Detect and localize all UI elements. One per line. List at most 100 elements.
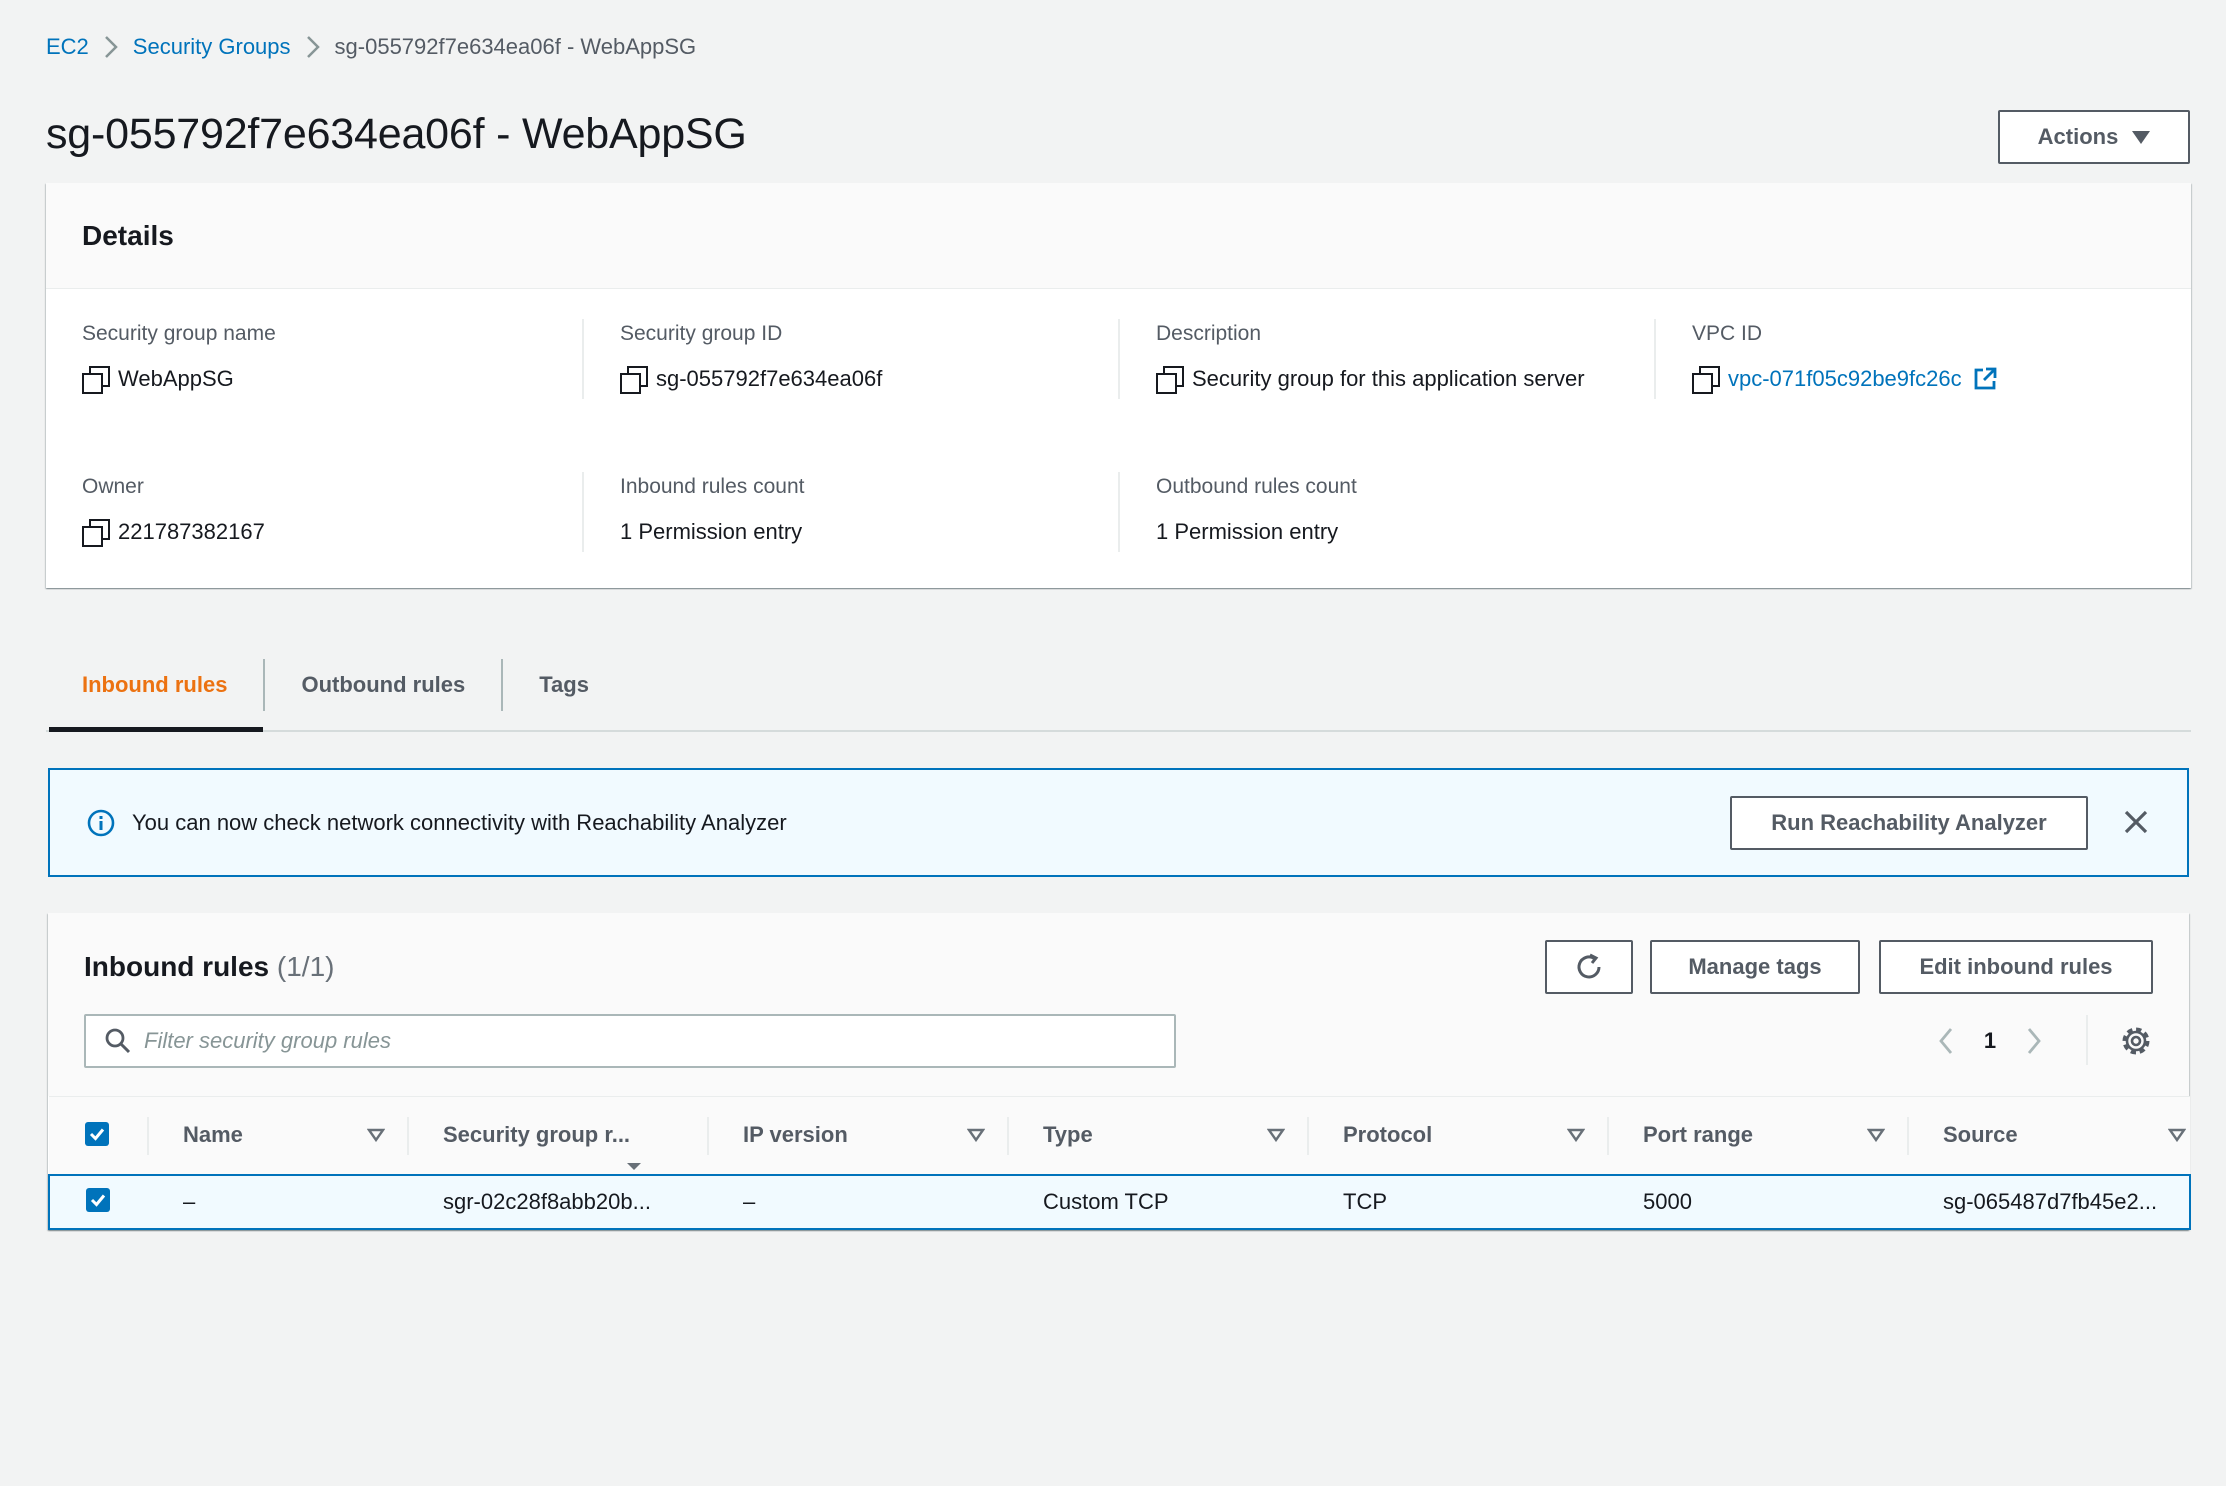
edit-inbound-rules-button[interactable]: Edit inbound rules <box>1879 940 2153 994</box>
rules-table: Name Security group r... IP version Type <box>48 1096 2191 1230</box>
sort-caret-icon <box>1567 1129 1585 1143</box>
manage-tags-button[interactable]: Manage tags <box>1650 940 1860 994</box>
actions-dropdown-button[interactable]: Actions <box>1998 110 2190 164</box>
search-field[interactable] <box>84 1014 1176 1068</box>
breadcrumb-security-groups-link[interactable]: Security Groups <box>133 34 291 60</box>
column-header-source[interactable]: Source <box>1907 1097 2190 1175</box>
info-flashbar: You can now check network connectivity w… <box>48 768 2189 877</box>
detail-label: VPC ID <box>1692 322 1763 345</box>
row-checkbox[interactable] <box>86 1188 110 1212</box>
detail-label: Outbound rules count <box>1156 475 1357 498</box>
pager-divider <box>2086 1015 2088 1065</box>
column-label: Name <box>183 1122 243 1148</box>
detail-inbound-count: Inbound rules count 1 Permission entry <box>582 472 804 552</box>
copy-icon[interactable] <box>1156 366 1184 394</box>
breadcrumb-current: sg-055792f7e634ea06f - WebAppSG <box>334 34 697 59</box>
detail-label: Security group ID <box>620 322 783 345</box>
column-header-rule-id[interactable]: Security group r... <box>407 1097 707 1175</box>
chevron-left-icon <box>1939 1028 1953 1054</box>
table-title: Inbound rules (1/1) <box>84 951 334 983</box>
copy-icon[interactable] <box>82 366 110 394</box>
external-link-icon[interactable] <box>1972 366 1998 392</box>
detail-value: 221787382167 <box>118 519 265 544</box>
details-heading: Details <box>82 219 174 251</box>
column-header-type[interactable]: Type <box>1007 1097 1307 1175</box>
gear-icon[interactable] <box>2118 1023 2154 1059</box>
row-select-cell <box>49 1175 147 1229</box>
copy-icon[interactable] <box>1692 366 1720 394</box>
table-header-row: Name Security group r... IP version Type <box>49 1096 2190 1175</box>
cell-name: – <box>183 1188 196 1214</box>
breadcrumb-ec2-link[interactable]: EC2 <box>46 34 89 60</box>
detail-vpc-id: VPC ID vpc-071f05c92be9fc26c <box>1654 319 1998 399</box>
cell-type: Custom TCP <box>1043 1188 1169 1214</box>
column-label: Type <box>1043 1122 1093 1148</box>
detail-label: Security group name <box>82 322 276 345</box>
cell-source: sg-065487d7fb45e2... <box>1943 1188 2158 1214</box>
refresh-icon <box>1577 953 1601 979</box>
refresh-button[interactable] <box>1545 940 1633 994</box>
search-icon <box>105 1028 131 1054</box>
sort-caret-icon <box>1267 1129 1285 1143</box>
breadcrumb: EC2 Security Groups sg-055792f7e634ea06f… <box>46 30 696 64</box>
tab-tags[interactable]: Tags <box>503 640 625 730</box>
detail-value: sg-055792f7e634ea06f <box>656 366 883 391</box>
chevron-right-icon <box>291 30 335 64</box>
detail-sg-id: Security group ID sg-055792f7e634ea06f <box>582 319 882 399</box>
checkmark-icon <box>89 1128 105 1141</box>
sort-caret-icon <box>2168 1129 2186 1143</box>
caret-down-icon <box>2132 130 2151 144</box>
flash-message: You can now check network connectivity w… <box>132 809 787 835</box>
chevron-right-icon <box>89 30 133 64</box>
details-panel: Details Security group name WebAppSG Sec… <box>46 183 2191 588</box>
search-input[interactable] <box>144 1028 1124 1054</box>
run-reachability-analyzer-button[interactable]: Run Reachability Analyzer <box>1730 796 2088 850</box>
tab-outbound-rules[interactable]: Outbound rules <box>265 640 501 730</box>
column-header-port-range[interactable]: Port range <box>1607 1097 1907 1175</box>
next-page-button[interactable] <box>2014 1021 2054 1061</box>
tab-bar: Inbound rules Outbound rules Tags <box>46 640 2191 732</box>
sort-descending-icon <box>627 1163 641 1170</box>
vpc-id-link[interactable]: vpc-071f05c92be9fc26c <box>1728 366 1962 392</box>
cell-ip-version: – <box>743 1188 756 1214</box>
cell-port-range: 5000 <box>1643 1188 1692 1214</box>
column-label: Port range <box>1643 1122 1754 1148</box>
actions-label: Actions <box>2037 124 2119 149</box>
detail-value: 1 Permission entry <box>620 519 803 544</box>
previous-page-button[interactable] <box>1926 1021 1966 1061</box>
details-header: Details <box>46 183 2191 289</box>
table-title-text: Inbound rules <box>84 951 270 982</box>
column-label: IP version <box>743 1122 848 1148</box>
select-all-column <box>49 1097 147 1175</box>
column-label: Protocol <box>1343 1122 1433 1148</box>
chevron-right-icon <box>2027 1028 2041 1054</box>
page-number[interactable]: 1 <box>1966 1028 2014 1054</box>
column-header-name[interactable]: Name <box>147 1097 407 1175</box>
detail-label: Description <box>1156 322 1262 345</box>
table-header: Inbound rules (1/1) Manage tags Edit inb… <box>48 913 2189 1096</box>
detail-description: Description Security group for this appl… <box>1118 319 1585 399</box>
column-label: Source <box>1943 1122 2018 1148</box>
column-header-ip-version[interactable]: IP version <box>707 1097 1007 1175</box>
copy-icon[interactable] <box>620 366 648 394</box>
page-title: sg-055792f7e634ea06f - WebAppSG <box>46 110 747 158</box>
sort-caret-icon <box>367 1129 385 1143</box>
sort-caret-icon <box>967 1129 985 1143</box>
detail-value: WebAppSG <box>118 366 234 391</box>
close-icon[interactable] <box>2118 804 2154 840</box>
select-all-checkbox[interactable] <box>85 1121 109 1146</box>
pagination: 1 <box>1926 1021 2054 1061</box>
inbound-rules-table: Inbound rules (1/1) Manage tags Edit inb… <box>48 913 2191 1230</box>
copy-icon[interactable] <box>82 519 110 547</box>
detail-value: 1 Permission entry <box>1156 519 1339 544</box>
table-row[interactable]: – sgr-02c28f8abb20b... – Custom TCP TCP … <box>49 1174 2190 1229</box>
table-count: (1/1) <box>276 951 335 982</box>
sort-caret-icon <box>1867 1129 1885 1143</box>
tab-inbound-rules[interactable]: Inbound rules <box>46 640 264 732</box>
detail-sg-name: Security group name WebAppSG <box>82 319 276 395</box>
detail-owner: Owner 221787382167 <box>82 472 265 548</box>
info-icon <box>87 809 115 836</box>
detail-value: Security group for this application serv… <box>1192 366 1585 391</box>
detail-label: Inbound rules count <box>620 475 805 498</box>
column-header-protocol[interactable]: Protocol <box>1307 1097 1607 1175</box>
